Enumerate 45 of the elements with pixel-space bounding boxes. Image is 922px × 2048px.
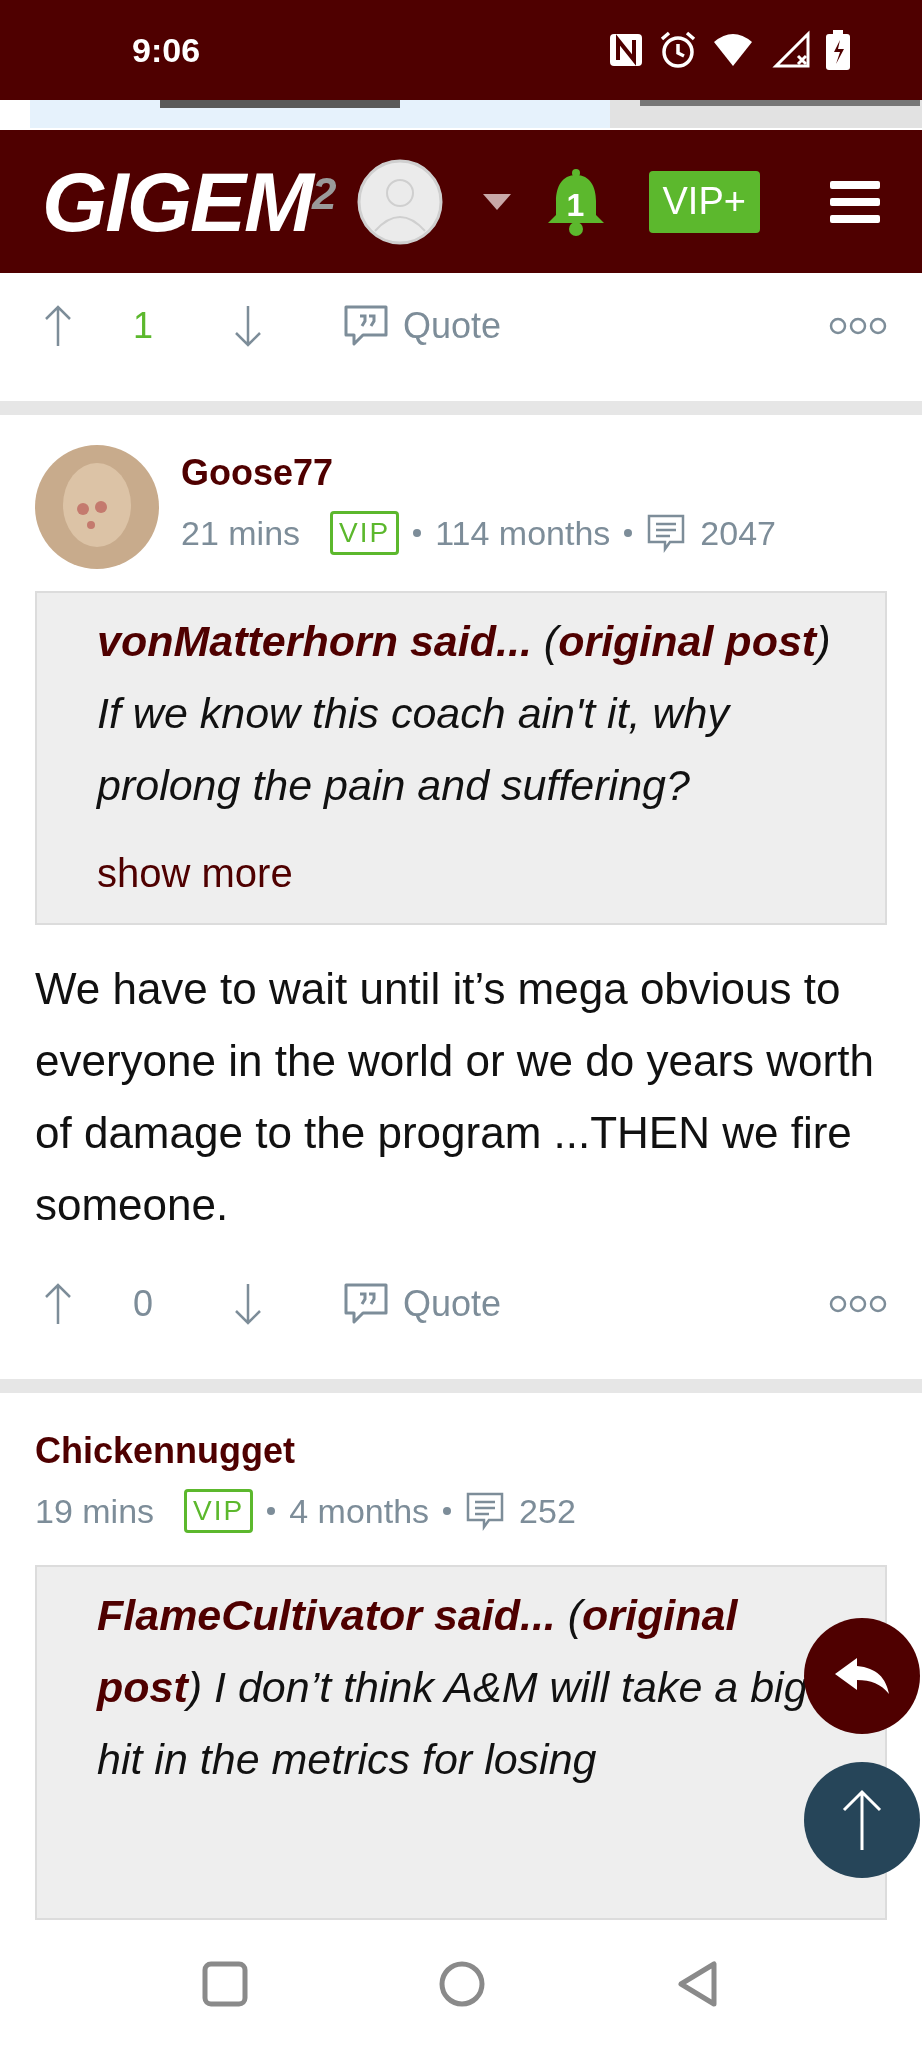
battery-charging-icon xyxy=(826,30,850,70)
vip-badge: VIP xyxy=(184,1489,254,1533)
vote-score: 1 xyxy=(133,304,155,348)
dropdown-caret-icon[interactable] xyxy=(482,193,511,210)
more-options-icon[interactable] xyxy=(829,1294,887,1314)
dot-separator-icon xyxy=(267,1507,276,1515)
quote-icon xyxy=(343,1282,389,1326)
menu-icon[interactable] xyxy=(830,180,880,223)
member-tenure: 4 months xyxy=(289,1491,430,1532)
show-more-link[interactable]: show more xyxy=(97,843,293,903)
post-time: 19 mins xyxy=(35,1491,155,1532)
notification-count: 1 xyxy=(566,185,585,225)
post-count: 252 xyxy=(519,1491,576,1532)
post-count: 2047 xyxy=(700,513,776,554)
author-name[interactable]: Goose77 xyxy=(181,445,776,501)
dot-separator-icon xyxy=(443,1507,452,1515)
post-time: 21 mins xyxy=(181,513,301,554)
reply-icon xyxy=(833,1656,891,1696)
dot-separator-icon xyxy=(624,529,633,537)
upvote-icon[interactable] xyxy=(43,1282,73,1326)
author-name[interactable]: Chickennugget xyxy=(35,1423,576,1479)
more-options-icon[interactable] xyxy=(829,316,887,336)
site-logo[interactable]: GIGEM$^{2}$ xyxy=(42,159,335,244)
vote-score: 0 xyxy=(133,1282,155,1326)
downvote-icon[interactable] xyxy=(233,1282,263,1326)
alarm-icon xyxy=(658,30,698,70)
vip-badge: VIP xyxy=(330,511,400,555)
recent-apps-icon[interactable] xyxy=(202,1961,248,2007)
comment-icon xyxy=(465,1491,506,1531)
signal-icon xyxy=(772,30,812,70)
downvote-icon[interactable] xyxy=(233,304,263,348)
back-icon[interactable] xyxy=(676,1960,720,2008)
status-time: 9:06 xyxy=(132,29,201,71)
post-body: We have to wait until it’s mega obvious to everyone in the world or we do years worth of damage to the program ...THEN we fire someone. xyxy=(34,963,875,1231)
quote-icon xyxy=(343,304,389,348)
home-icon[interactable] xyxy=(438,1960,486,2008)
comment-icon xyxy=(646,513,687,553)
nfc-icon xyxy=(608,32,644,68)
dot-separator-icon xyxy=(413,529,422,537)
quoted-text: vonMatterhorn said... (original post) If we know this coach ain't it, why prolong the pain and suffering? xyxy=(97,616,832,811)
upvote-icon[interactable] xyxy=(43,304,73,348)
quoted-text: FlameCultivator said... (original post) I don’t think A&M will take a big hit in the metrics for losing xyxy=(97,1590,809,1785)
up-arrow-icon xyxy=(840,1788,884,1852)
member-tenure: 114 months xyxy=(435,513,611,554)
user-avatar-icon[interactable] xyxy=(356,158,443,245)
